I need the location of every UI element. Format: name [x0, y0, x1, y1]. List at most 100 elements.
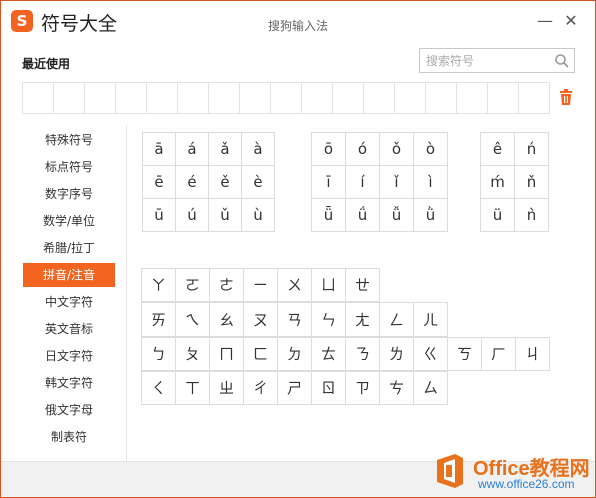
symbol-cell[interactable]: ㄛ	[176, 269, 210, 302]
recent-slot[interactable]	[54, 83, 85, 113]
symbol-cell[interactable]: ǹ	[515, 199, 549, 232]
search-input[interactable]	[420, 49, 552, 72]
recent-slot[interactable]	[302, 83, 333, 113]
symbol-cell[interactable]: ǖ	[312, 199, 346, 232]
category-korean[interactable]: 韩文字符	[23, 371, 115, 395]
symbol-cell[interactable]: ㄢ	[278, 303, 312, 337]
symbol-cell[interactable]: ㄉ	[278, 338, 312, 371]
search-icon[interactable]	[554, 53, 570, 69]
symbol-cell[interactable]: ù	[242, 199, 275, 232]
symbol-cell[interactable]: ū	[143, 199, 176, 232]
symbol-cell[interactable]: ǔ	[209, 199, 242, 232]
symbol-cell[interactable]: ń	[515, 133, 549, 166]
symbol-cell[interactable]: ㄨ	[278, 269, 312, 302]
recent-slot[interactable]	[426, 83, 457, 113]
symbol-cell[interactable]: ㄞ	[142, 303, 176, 337]
symbol-cell[interactable]: ē	[143, 166, 176, 199]
symbol-cell[interactable]: è	[242, 166, 275, 199]
symbol-cell[interactable]: ǐ	[380, 166, 414, 199]
symbol-cell[interactable]: ㄚ	[142, 269, 176, 302]
minimize-button[interactable]: —	[536, 13, 554, 29]
category-special[interactable]: 特殊符号	[23, 128, 115, 152]
symbol-cell[interactable]: ㄙ	[414, 372, 448, 405]
symbol-cell[interactable]: é	[176, 166, 209, 199]
recent-slot[interactable]	[178, 83, 209, 113]
symbol-cell[interactable]: ㄔ	[244, 372, 278, 405]
recent-slot[interactable]	[364, 83, 395, 113]
symbol-cell[interactable]: ㄇ	[210, 338, 244, 371]
close-button[interactable]: ✕	[562, 13, 580, 29]
symbol-cell[interactable]: ㄘ	[380, 372, 414, 405]
symbol-cell[interactable]: ㄋ	[346, 338, 380, 371]
symbol-cell[interactable]: ü	[481, 199, 515, 232]
symbol-cell[interactable]: ㄒ	[176, 372, 210, 405]
symbol-cell[interactable]: ㄦ	[414, 303, 448, 337]
symbol-cell[interactable]: ㄧ	[244, 269, 278, 302]
symbol-cell[interactable]: ㄡ	[244, 303, 278, 337]
symbol-cell[interactable]: ㄠ	[210, 303, 244, 337]
symbol-cell[interactable]: ㄆ	[176, 338, 210, 371]
symbol-cell[interactable]: ǎ	[209, 133, 242, 166]
category-chinese-chars[interactable]: 中文字符	[23, 290, 115, 314]
symbol-cell[interactable]: ㄩ	[312, 269, 346, 302]
category-russian[interactable]: 俄文字母	[23, 398, 115, 422]
symbol-cell[interactable]: à	[242, 133, 275, 166]
recent-slot[interactable]	[240, 83, 271, 113]
recent-slot[interactable]	[271, 83, 302, 113]
symbol-cell[interactable]: ā	[143, 133, 176, 166]
symbol-cell[interactable]: ㄕ	[278, 372, 312, 405]
category-english-phonetic[interactable]: 英文音标	[23, 317, 115, 341]
recent-slot[interactable]	[85, 83, 116, 113]
symbol-cell[interactable]: ḿ	[481, 166, 515, 199]
symbol-cell[interactable]: ㄓ	[210, 372, 244, 405]
symbol-cell[interactable]: ú	[176, 199, 209, 232]
symbol-cell[interactable]: ㄥ	[380, 303, 414, 337]
recent-slot[interactable]	[116, 83, 147, 113]
symbol-cell[interactable]: á	[176, 133, 209, 166]
recent-slot[interactable]	[488, 83, 519, 113]
symbol-cell[interactable]: ㄍ	[414, 338, 448, 371]
symbol-cell[interactable]: ê	[481, 133, 515, 166]
symbol-cell[interactable]: ㄣ	[312, 303, 346, 337]
symbol-cell[interactable]: ㄊ	[312, 338, 346, 371]
symbol-cell[interactable]: ㄐ	[516, 338, 550, 371]
symbol-cell[interactable]: ㄅ	[142, 338, 176, 371]
trash-icon[interactable]	[559, 89, 573, 105]
symbol-cell[interactable]: ㄌ	[380, 338, 414, 371]
symbol-cell[interactable]: ō	[312, 133, 346, 166]
symbol-cell[interactable]: ě	[209, 166, 242, 199]
symbol-cell[interactable]: ㄜ	[210, 269, 244, 302]
recent-slot[interactable]	[333, 83, 364, 113]
category-pinyin-zhuyin[interactable]: 拼音/注音	[23, 263, 115, 287]
category-box-drawing[interactable]: 制表符	[23, 425, 115, 449]
symbol-cell[interactable]: ㄏ	[482, 338, 516, 371]
recent-slot[interactable]	[457, 83, 488, 113]
symbol-cell[interactable]: ò	[414, 133, 448, 166]
recent-slot[interactable]	[23, 83, 54, 113]
category-math-units[interactable]: 数学/单位	[23, 209, 115, 233]
symbol-cell[interactable]: ǒ	[380, 133, 414, 166]
recent-slot[interactable]	[519, 83, 550, 113]
search-box[interactable]	[419, 48, 575, 73]
symbol-cell[interactable]: ǚ	[380, 199, 414, 232]
symbol-cell[interactable]: ó	[346, 133, 380, 166]
recent-slot[interactable]	[209, 83, 240, 113]
symbol-cell[interactable]: ㄑ	[142, 372, 176, 405]
recent-slot[interactable]	[395, 83, 426, 113]
symbol-cell[interactable]: ㄈ	[244, 338, 278, 371]
symbol-cell[interactable]: ㄖ	[312, 372, 346, 405]
category-greek-latin[interactable]: 希腊/拉丁	[23, 236, 115, 260]
category-japanese[interactable]: 日文字符	[23, 344, 115, 368]
symbol-cell[interactable]: ǜ	[414, 199, 448, 232]
symbol-cell[interactable]: ㄤ	[346, 303, 380, 337]
symbol-cell[interactable]: ǘ	[346, 199, 380, 232]
symbol-cell[interactable]: ㄝ	[346, 269, 380, 302]
symbol-cell[interactable]: ň	[515, 166, 549, 199]
recent-slot[interactable]	[147, 83, 178, 113]
symbol-cell[interactable]: ī	[312, 166, 346, 199]
category-numbers[interactable]: 数字序号	[23, 182, 115, 206]
symbol-cell[interactable]: ì	[414, 166, 448, 199]
symbol-cell[interactable]: ㄟ	[176, 303, 210, 337]
symbol-cell[interactable]: í	[346, 166, 380, 199]
symbol-cell[interactable]: ㄗ	[346, 372, 380, 405]
